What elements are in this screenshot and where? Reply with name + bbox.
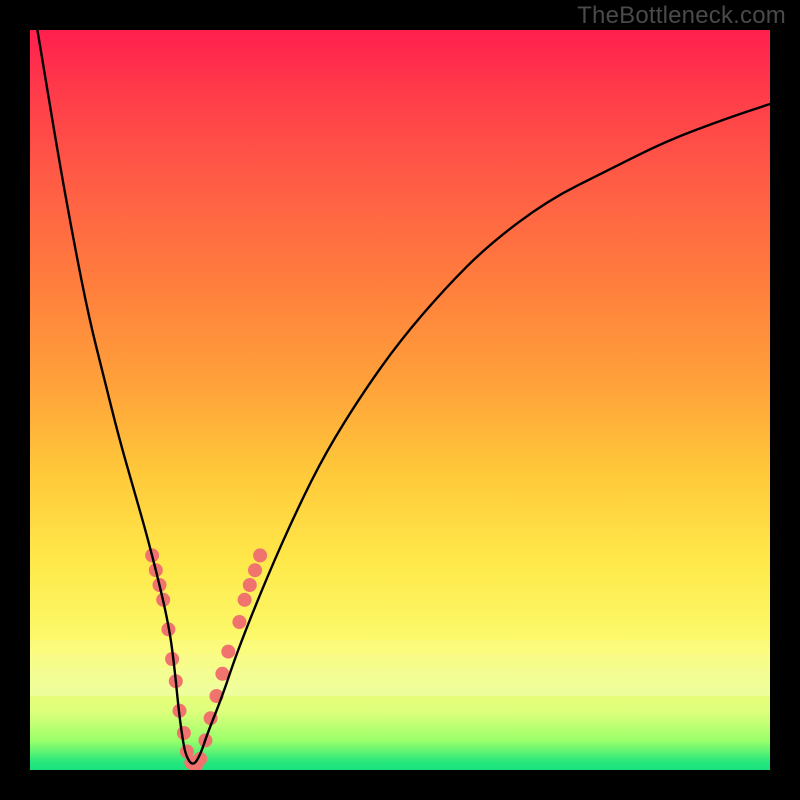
plot-area: [30, 30, 770, 770]
chart-frame: TheBottleneck.com: [0, 0, 800, 800]
gradient-background: [30, 30, 770, 770]
watermark-text: TheBottleneck.com: [577, 2, 786, 30]
